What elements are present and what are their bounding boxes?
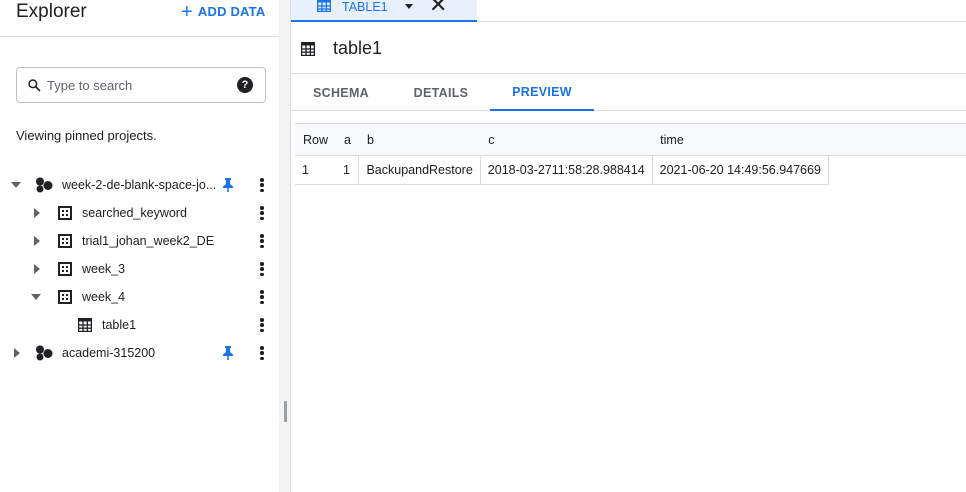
table-cell: 1 xyxy=(295,155,337,185)
more-options-icon[interactable] xyxy=(259,346,265,360)
tree-item-label: searched_keyword xyxy=(82,206,187,220)
pinned-projects-note: Viewing pinned projects. xyxy=(16,128,157,143)
more-options-icon[interactable] xyxy=(259,178,265,192)
table-cell: 1 xyxy=(336,155,360,185)
more-options-icon[interactable] xyxy=(259,234,265,248)
tab-label: TABLE1 xyxy=(342,0,388,14)
expand-caret-icon[interactable] xyxy=(34,208,40,218)
table-cell: BackupandRestore xyxy=(358,155,481,185)
table-icon xyxy=(317,0,331,12)
expand-caret-icon[interactable] xyxy=(34,264,40,274)
tree-item-label: week_4 xyxy=(82,290,126,304)
editor-tab-bar: TABLE1 ✕ xyxy=(291,0,966,22)
preview-table: Row a b c time 1 1 BackupandRestore 2018… xyxy=(295,123,966,185)
resize-handle-icon[interactable] xyxy=(284,401,287,422)
tab-details[interactable]: DETAILS xyxy=(391,74,491,111)
expand-caret-icon[interactable] xyxy=(14,348,20,358)
dataset-icon xyxy=(58,290,72,304)
chevron-down-icon[interactable] xyxy=(405,4,413,9)
tree-item-project-academi[interactable]: academi-315200 xyxy=(0,339,279,367)
expand-caret-icon[interactable] xyxy=(11,182,21,188)
tree-item-dataset-searched-keyword[interactable]: searched_keyword xyxy=(0,199,279,227)
expand-caret-icon[interactable] xyxy=(34,236,40,246)
search-icon xyxy=(28,79,41,92)
add-data-button[interactable]: + ADD DATA xyxy=(181,0,266,23)
content-panel: TABLE1 ✕ table1 SCHEMA DETAILS PREVIEW R… xyxy=(291,0,966,492)
column-header: b xyxy=(358,123,481,156)
more-options-icon[interactable] xyxy=(259,290,265,304)
column-header: c xyxy=(480,123,653,156)
dataset-icon xyxy=(58,262,72,276)
table-row: 1 1 BackupandRestore 2018-03-2711:58:28.… xyxy=(295,155,966,185)
detail-tabs: SCHEMA DETAILS PREVIEW xyxy=(291,74,966,111)
tree-item-label: academi-315200 xyxy=(62,346,156,360)
search-input[interactable] xyxy=(47,77,227,93)
tab-preview[interactable]: PREVIEW xyxy=(490,74,594,111)
dataset-icon xyxy=(58,234,72,248)
plus-icon: + xyxy=(181,0,193,23)
tree-item-dataset-week-4[interactable]: week_4 xyxy=(0,283,279,311)
dataset-icon xyxy=(58,206,72,220)
more-options-icon[interactable] xyxy=(259,206,265,220)
tree-item-label: week-2-de-blank-space-jo... xyxy=(62,178,217,192)
tree-item-dataset-trial1[interactable]: trial1_johan_week2_DE xyxy=(0,227,279,255)
explorer-title: Explorer xyxy=(16,1,87,22)
more-options-icon[interactable] xyxy=(259,318,265,332)
close-icon[interactable]: ✕ xyxy=(429,0,447,16)
table-icon xyxy=(301,42,315,56)
pin-icon[interactable] xyxy=(222,346,234,360)
help-icon[interactable]: ? xyxy=(237,77,253,93)
table-header-row: Row a b c time xyxy=(295,123,966,156)
table-cell-filler xyxy=(828,156,966,185)
explorer-header: Explorer + ADD DATA xyxy=(0,0,279,37)
tree-item-label: trial1_johan_week2_DE xyxy=(82,234,215,248)
tab-schema[interactable]: SCHEMA xyxy=(291,74,391,111)
project-icon xyxy=(36,345,53,361)
explorer-panel: Explorer + ADD DATA ? Viewing pinned pro… xyxy=(0,0,279,492)
more-options-icon[interactable] xyxy=(259,262,265,276)
page-title: table1 xyxy=(333,38,383,58)
tree-item-label: table1 xyxy=(102,318,137,332)
table-icon xyxy=(78,318,92,332)
table-cell: 2021-06-20 14:49:56.947669 xyxy=(652,155,829,185)
column-header: a xyxy=(336,123,359,156)
tab-table1[interactable]: TABLE1 ✕ xyxy=(291,0,477,22)
column-header-filler xyxy=(828,123,966,156)
tree-item-project-week-2[interactable]: week-2-de-blank-space-jo... xyxy=(0,171,279,199)
table-header: table1 xyxy=(291,22,966,74)
search-box[interactable]: ? xyxy=(16,67,266,103)
pin-icon[interactable] xyxy=(222,178,234,192)
column-header: time xyxy=(652,123,829,156)
project-icon xyxy=(36,177,53,193)
expand-caret-icon[interactable] xyxy=(31,294,41,300)
column-header: Row xyxy=(295,123,337,156)
add-data-label: ADD DATA xyxy=(197,4,266,19)
tree-item-table-table1[interactable]: table1 xyxy=(0,311,279,339)
tree-item-label: week_3 xyxy=(82,262,126,276)
table-cell: 2018-03-2711:58:28.988414 xyxy=(480,155,653,185)
tree-item-dataset-week-3[interactable]: week_3 xyxy=(0,255,279,283)
